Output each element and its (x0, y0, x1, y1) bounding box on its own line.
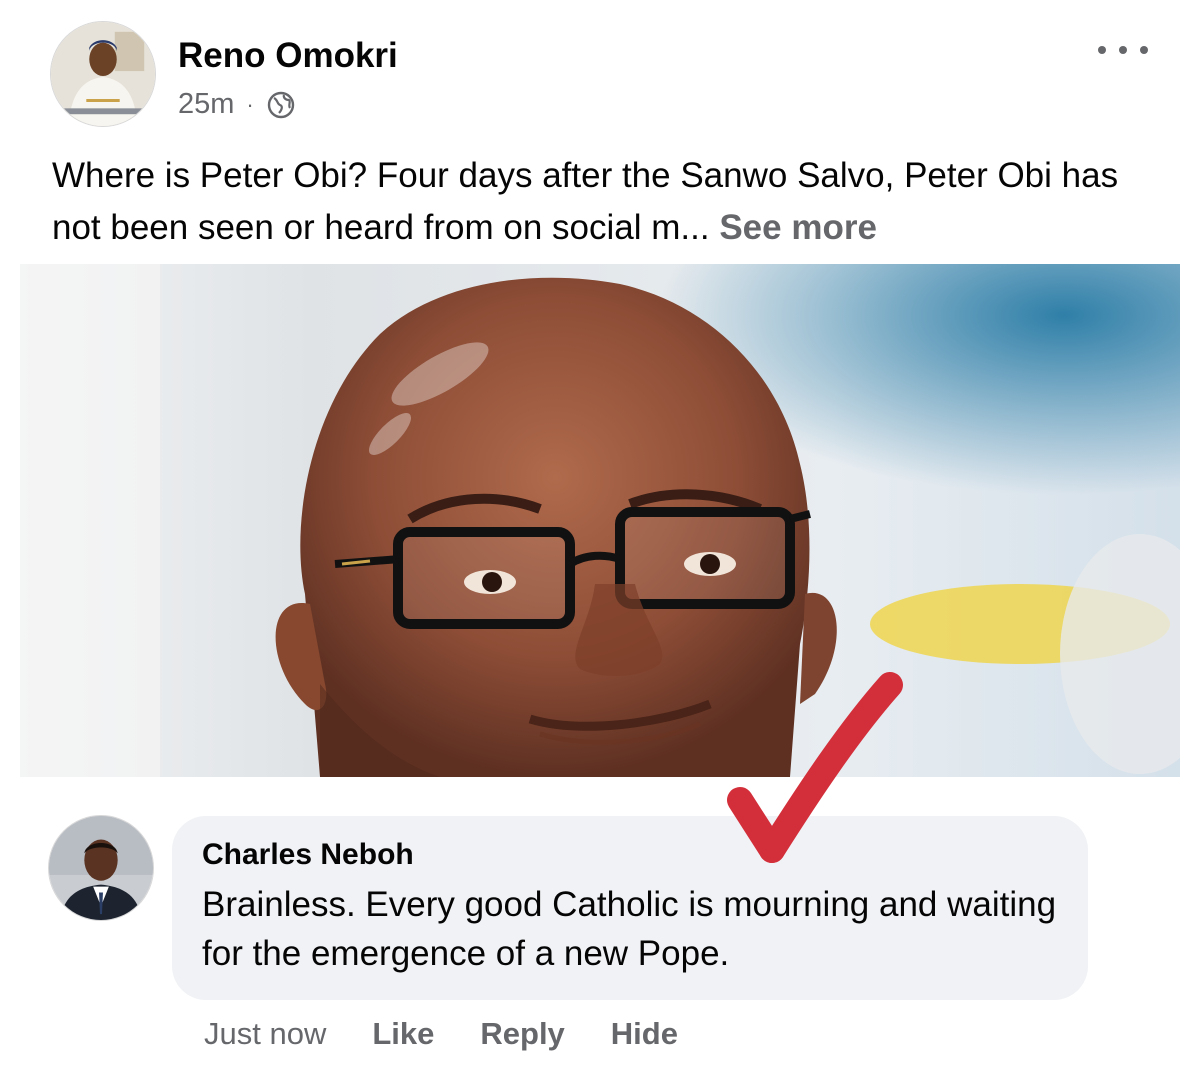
commenter-avatar[interactable] (48, 815, 154, 921)
comment-bubble: Charles Neboh Brainless. Every good Cath… (172, 816, 1088, 1000)
post-meta: 25m · (178, 88, 296, 121)
see-more-link[interactable]: See more (719, 208, 877, 247)
post-photo[interactable] (20, 264, 1180, 777)
comment-actions: Just now Like Reply Hide (204, 1016, 724, 1052)
post-text: Where is Peter Obi? Four days after the … (52, 150, 1162, 254)
meta-separator: · (246, 91, 254, 117)
comment-text: Brainless. Every good Catholic is mourni… (202, 885, 1057, 973)
author-avatar[interactable] (50, 21, 156, 127)
post-timestamp[interactable]: 25m (178, 88, 234, 121)
hide-button[interactable]: Hide (611, 1016, 678, 1052)
post-body: Where is Peter Obi? Four days after the … (52, 156, 1119, 247)
post-author-name[interactable]: Reno Omokri (178, 36, 398, 76)
comment-author-name[interactable]: Charles Neboh (202, 838, 1058, 872)
globe-icon (266, 90, 296, 120)
reply-button[interactable]: Reply (480, 1016, 564, 1052)
comment-time[interactable]: Just now (204, 1016, 326, 1052)
more-options-icon[interactable] (1098, 40, 1148, 60)
like-button[interactable]: Like (372, 1016, 434, 1052)
